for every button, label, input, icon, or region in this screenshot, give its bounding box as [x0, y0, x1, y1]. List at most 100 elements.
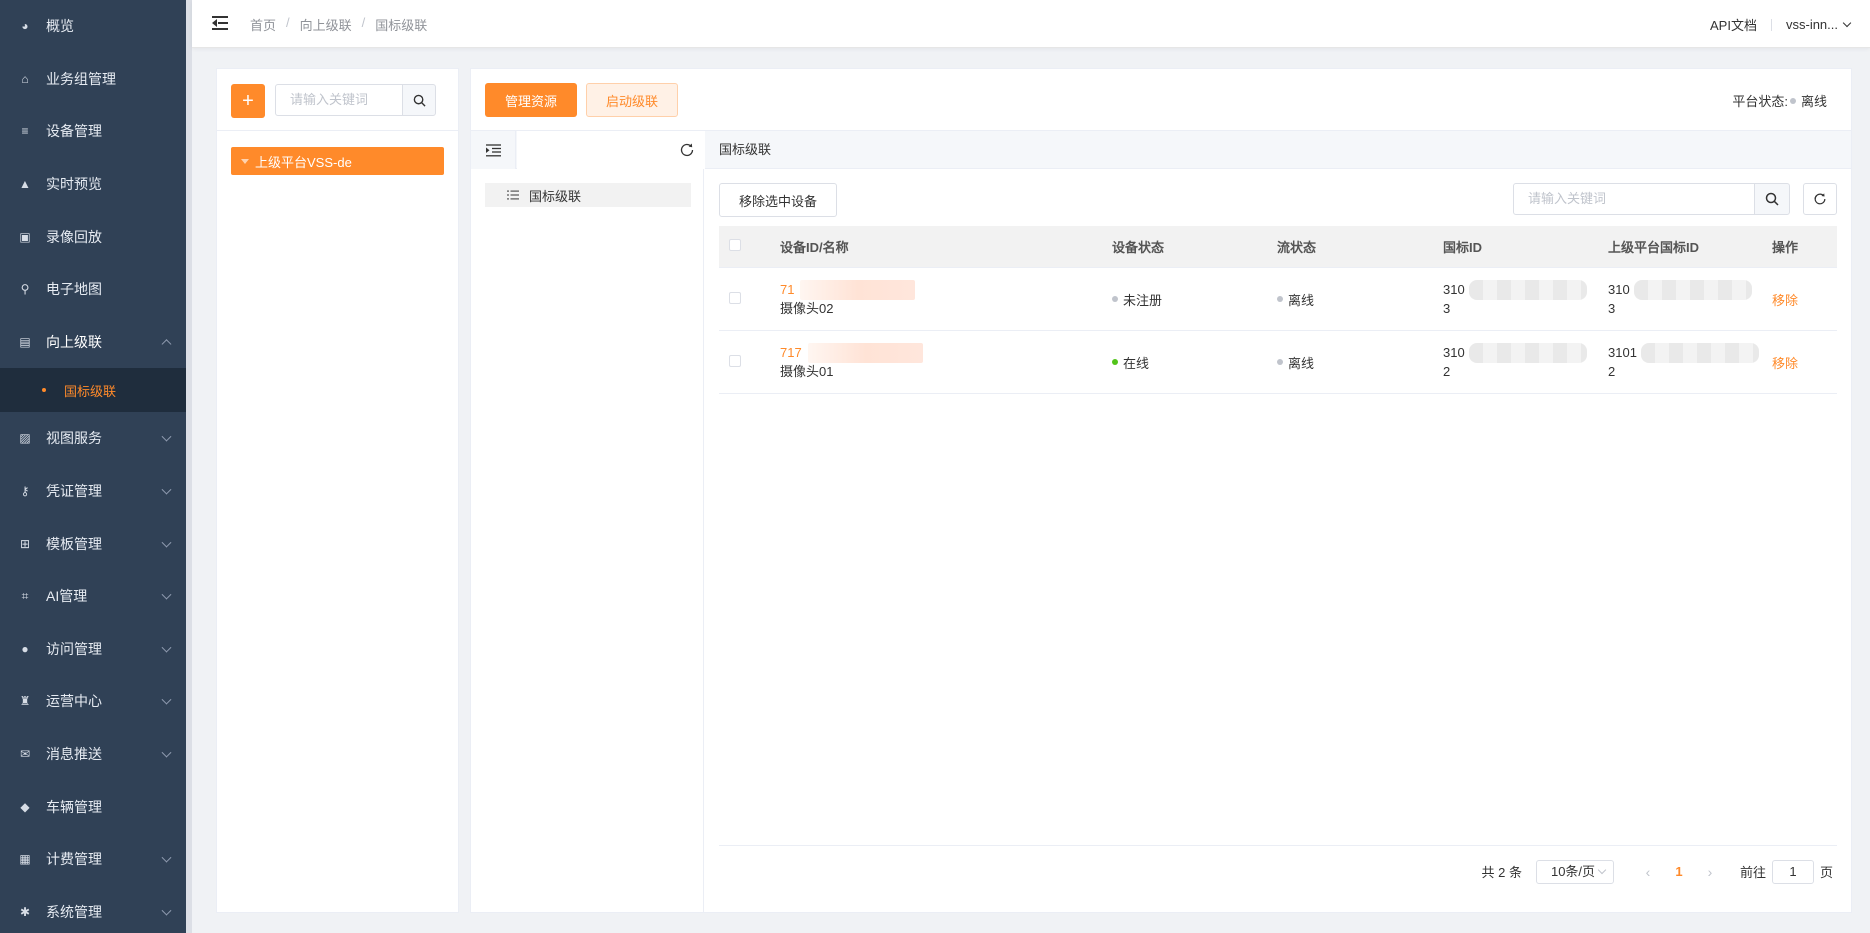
sidebar-item[interactable]: ▣ 录像回放 — [0, 210, 192, 263]
sidebar-item-label: AI管理 — [46, 588, 88, 605]
device-id-link[interactable]: 71 — [780, 280, 1112, 300]
platform-tree-panel: + 请输入关键词 上级平台VSS-de — [216, 68, 459, 913]
sidebar-item-label: 向上级联 — [46, 333, 102, 350]
sidebar-item[interactable]: ⌂ 业务组管理 — [0, 53, 192, 106]
sidebar-item[interactable]: ⚲ 电子地图 — [0, 263, 192, 316]
device-search-input[interactable]: 请输入关键词 — [1513, 183, 1755, 215]
redacted-mask — [807, 343, 923, 363]
grid-icon: ⊞ — [19, 536, 31, 551]
sidebar-subitem-gb-cascade[interactable]: 国标级联 — [0, 368, 192, 412]
parent-gb-id-line: 310 — [1608, 280, 1772, 300]
select-all-checkbox[interactable] — [729, 239, 741, 251]
sidebar-item[interactable]: ◕ 概览 — [0, 0, 192, 53]
row-checkbox[interactable] — [729, 354, 741, 367]
platform-tree-node[interactable]: 上级平台VSS-de — [231, 147, 444, 175]
gb-id-suffix: 2 — [1443, 364, 1451, 379]
next-page-button[interactable]: › — [1696, 864, 1724, 880]
platform-search-input[interactable]: 请输入关键词 — [275, 84, 403, 116]
action-cell: 移除 — [1772, 353, 1837, 372]
breadcrumb: 首页 / 向上级联 / 国标级联 — [250, 15, 427, 34]
sidebar-submenu: 国标级联 — [0, 368, 192, 413]
sidebar-item[interactable]: ⌗ AI管理 — [0, 570, 192, 623]
redacted-mask — [1640, 343, 1759, 363]
breadcrumb-home[interactable]: 首页 — [250, 15, 276, 34]
redacted-mask — [800, 280, 916, 300]
sidebar-item[interactable]: ▤ 向上级联 — [0, 316, 192, 369]
device-name: 摄像头02 — [780, 301, 834, 316]
sidebar-item[interactable]: ▦ 计费管理 — [0, 833, 192, 886]
remove-device-link[interactable]: 移除 — [1772, 293, 1798, 308]
gb-id-line: 310 — [1443, 280, 1608, 300]
catalog-tree-label: 国标级联 — [529, 188, 582, 204]
manage-resources-button[interactable]: 管理资源 — [485, 83, 577, 117]
map-pin-icon: ⚲ — [20, 282, 30, 297]
header-right: API文档 vss-inn... — [1710, 15, 1852, 34]
menu-toggle-icon[interactable] — [212, 16, 228, 30]
search-icon[interactable] — [402, 84, 436, 116]
sidebar-item[interactable]: ◆ 车辆管理 — [0, 780, 192, 833]
chevron-down-icon — [161, 484, 172, 495]
table-row: 71 摄像头02 未注册 离线 310 3 310 3 移除 — [719, 268, 1837, 331]
sidebar-item[interactable]: ≡ 设备管理 — [0, 105, 192, 158]
total-count: 共 2 条 — [1481, 865, 1522, 880]
cascade-main-panel: 管理资源 启动级联 平台状态: 离线 国标级联 国标级联 移除选中设备 请输入关… — [470, 68, 1852, 913]
prev-page-button[interactable]: ‹ — [1634, 864, 1662, 880]
remove-device-link[interactable]: 移除 — [1772, 356, 1798, 371]
sidebar-item-label: 录像回放 — [46, 228, 102, 245]
status-dot — [1112, 359, 1118, 365]
breadcrumb-separator: / — [361, 15, 366, 30]
sidebar-item[interactable]: ✱ 系统管理 — [0, 886, 192, 933]
search-icon[interactable] — [1754, 183, 1790, 215]
device-id-link[interactable]: 717 — [780, 343, 1112, 363]
device-status-cell: 在线 — [1112, 353, 1277, 372]
remove-selected-button[interactable]: 移除选中设备 — [719, 183, 837, 217]
main-body: 国标级联 国标级联 移除选中设备 请输入关键词 设备ID/名称 设备状态 流状态… — [471, 131, 1851, 912]
device-table-section: 国标级联 移除选中设备 请输入关键词 设备ID/名称 设备状态 流状态 国标ID… — [705, 131, 1851, 912]
add-platform-button[interactable]: + — [231, 84, 265, 118]
breadcrumb-cascade[interactable]: 向上级联 — [300, 15, 352, 34]
redacted-mask — [1468, 343, 1587, 363]
top-header: 首页 / 向上级联 / 国标级联 API文档 vss-inn... — [192, 0, 1870, 48]
stream-status-cell: 离线 — [1277, 353, 1443, 372]
sidebar-item-label: 运营中心 — [46, 693, 102, 710]
sidebar-item[interactable]: ♜ 运营中心 — [0, 675, 192, 728]
api-docs-link[interactable]: API文档 — [1710, 15, 1757, 34]
status-dot — [1789, 97, 1796, 104]
main-toolbar: 管理资源 启动级联 平台状态: 离线 — [471, 69, 1851, 131]
bullet-icon — [42, 388, 46, 393]
catalog-tree-item[interactable]: 国标级联 — [485, 183, 691, 207]
row-checkbox[interactable] — [729, 291, 741, 304]
sidebar-item[interactable]: ● 访问管理 — [0, 623, 192, 676]
chevron-down-icon — [1597, 865, 1607, 874]
platform-node-label: 上级平台VSS-de — [255, 154, 352, 170]
sidebar-item[interactable]: ▨ 视图服务 — [0, 412, 192, 465]
indent-icon[interactable] — [471, 131, 516, 169]
sidebar-item[interactable]: ✉ 消息推送 — [0, 728, 192, 781]
column-header: 上级平台国标ID — [1608, 240, 1700, 255]
sidebar-item-label: 视图服务 — [46, 430, 102, 447]
inbox-icon: ✉ — [19, 747, 31, 762]
refresh-icon[interactable] — [1803, 183, 1837, 215]
user-menu[interactable]: vss-inn... — [1786, 17, 1852, 32]
page-size-select[interactable]: 10条/页 — [1535, 859, 1614, 884]
gb-id-cell: 310 3 — [1443, 280, 1608, 318]
start-cascade-button[interactable]: 启动级联 — [586, 83, 678, 117]
sidebar-item[interactable]: ▲ 实时预览 — [0, 158, 192, 211]
page-number-current[interactable]: 1 — [1662, 864, 1696, 879]
refresh-icon[interactable] — [679, 142, 695, 158]
sidebar-item-label: 实时预览 — [46, 176, 102, 193]
table-body: 71 摄像头02 未注册 离线 310 3 310 3 移除 717 摄像头01 在线 离线 310 2 31… — [719, 268, 1837, 394]
sidebar-item[interactable]: ⚷ 凭证管理 — [0, 465, 192, 518]
sidebar-item[interactable]: ⊞ 模板管理 — [0, 517, 192, 570]
sidebar-item-label: 计费管理 — [46, 851, 102, 868]
device-icon: ≡ — [21, 124, 29, 139]
goto-page-input[interactable]: 1 — [1771, 859, 1814, 884]
device-cell: 71 摄像头02 — [780, 280, 1112, 318]
org-icon: ⌂ — [21, 71, 29, 86]
sidebar-scrollbar[interactable] — [186, 0, 192, 933]
pagination: 共 2 条 10条/页 ‹ 1 › 前往 1 页 — [719, 845, 1837, 897]
caret-down-icon[interactable] — [241, 158, 249, 164]
status-dot — [1277, 296, 1283, 302]
chevron-down-icon — [161, 695, 172, 705]
camera-icon: ▲ — [19, 177, 31, 192]
